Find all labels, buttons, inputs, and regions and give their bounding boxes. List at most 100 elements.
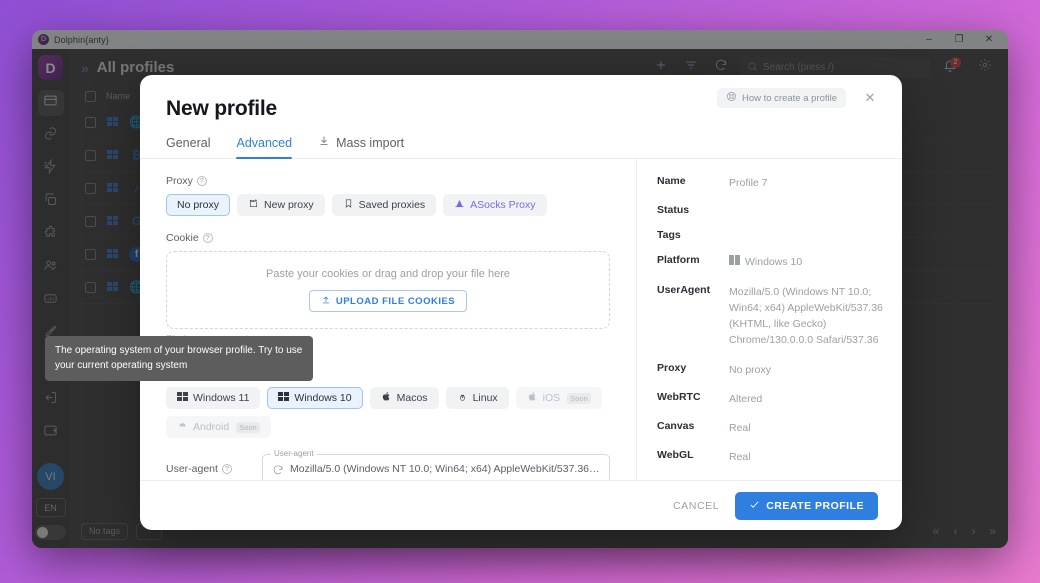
- asocks-icon: [454, 198, 465, 212]
- summary-key: Name: [657, 175, 729, 187]
- cookie-field-label: Cookie ?: [166, 232, 610, 244]
- cookie-label-text: Cookie: [166, 232, 199, 244]
- os-option-ios[interactable]: iOS Soon: [516, 387, 602, 409]
- refresh-icon[interactable]: [272, 463, 284, 475]
- summary-row-tags: Tags: [657, 229, 884, 241]
- os-option-android[interactable]: Android Soon: [166, 416, 271, 438]
- dialog-header: New profile How to create a profile ✕ Ge…: [140, 75, 902, 159]
- upload-file-cookies-button[interactable]: UPLOAD FILE COOKIES: [309, 290, 467, 312]
- summary-key: WebGL: [657, 449, 729, 461]
- summary-key: WebRTC: [657, 391, 729, 403]
- android-icon: [177, 420, 188, 434]
- os-tooltip: The operating system of your browser pro…: [45, 336, 313, 381]
- os-linux-label: Linux: [473, 392, 498, 404]
- summary-value: Real: [729, 449, 884, 465]
- summary-row-canvas: Canvas Real: [657, 420, 884, 436]
- cookie-dropzone[interactable]: Paste your cookies or drag and drop your…: [166, 251, 610, 329]
- user-agent-float-label: User-agent: [271, 449, 317, 458]
- help-icon[interactable]: ?: [203, 233, 213, 243]
- user-agent-label: User-agent ?: [166, 463, 252, 475]
- summary-key: UserAgent: [657, 284, 729, 296]
- proxy-options: No proxy New proxy Saved proxies: [166, 194, 610, 216]
- os-ios-label: iOS: [543, 392, 561, 404]
- os-android-soon-badge: Soon: [236, 422, 260, 433]
- proxy-field-label: Proxy ?: [166, 175, 610, 187]
- os-windows-10-label: Windows 10: [294, 392, 351, 404]
- tab-advanced-label: Advanced: [236, 136, 292, 150]
- summary-key: Platform: [657, 254, 729, 266]
- cancel-button[interactable]: CANCEL: [673, 500, 719, 512]
- dialog-footer: CANCEL CREATE PROFILE: [140, 480, 902, 530]
- summary-key: Canvas: [657, 420, 729, 432]
- tab-general-label: General: [166, 136, 210, 150]
- create-profile-button[interactable]: CREATE PROFILE: [735, 492, 878, 520]
- dropzone-hint: Paste your cookies or drag and drop your…: [266, 268, 510, 280]
- dialog-body: Proxy ? No proxy New proxy Saved: [140, 159, 902, 480]
- summary-key: Tags: [657, 229, 729, 241]
- summary-value: Profile 7: [729, 175, 884, 191]
- check-icon: [749, 499, 760, 513]
- proxy-new-proxy-label: New proxy: [264, 199, 314, 211]
- summary-key: Proxy: [657, 362, 729, 374]
- create-button-label: CREATE PROFILE: [766, 500, 864, 512]
- os-options: Windows 11 Windows 10 Macos Linux: [166, 387, 610, 438]
- dialog-tabs: General Advanced Mass import: [166, 135, 876, 159]
- os-option-windows-10[interactable]: Windows 10: [267, 387, 362, 409]
- os-option-windows-11[interactable]: Windows 11: [166, 387, 260, 409]
- summary-row-status: Status: [657, 204, 884, 216]
- upload-icon: [321, 295, 331, 308]
- proxy-option-saved-proxies[interactable]: Saved proxies: [332, 194, 437, 216]
- help-icon[interactable]: ?: [197, 176, 207, 186]
- linux-icon: [457, 391, 468, 405]
- summary-row-webgl: WebGL Real: [657, 449, 884, 465]
- os-android-label: Android: [193, 421, 229, 433]
- new-proxy-icon: [248, 198, 259, 212]
- summary-row-webrtc: WebRTC Altered: [657, 391, 884, 407]
- summary-value: Mozilla/5.0 (Windows NT 10.0; Win64; x64…: [729, 284, 884, 349]
- proxy-option-asocks[interactable]: ASocks Proxy: [443, 194, 546, 216]
- user-agent-value: Mozilla/5.0 (Windows NT 10.0; Win64; x64…: [290, 463, 600, 475]
- help-button-label: How to create a profile: [742, 93, 837, 104]
- help-icon[interactable]: ?: [222, 464, 232, 474]
- tab-general[interactable]: General: [166, 136, 210, 159]
- os-option-linux[interactable]: Linux: [446, 387, 509, 409]
- summary-key: Status: [657, 204, 729, 216]
- user-agent-input[interactable]: User-agent Mozilla/5.0 (Windows NT 10.0;…: [262, 454, 610, 480]
- summary-value: Real: [729, 420, 884, 436]
- proxy-option-no-proxy[interactable]: No proxy: [166, 194, 230, 216]
- form-pane: Proxy ? No proxy New proxy Saved: [140, 159, 636, 480]
- os-ios-soon-badge: Soon: [567, 393, 591, 404]
- os-windows-11-label: Windows 11: [193, 392, 249, 404]
- summary-value: Windows 10: [745, 254, 802, 270]
- summary-value: Altered: [729, 391, 884, 407]
- tab-advanced[interactable]: Advanced: [236, 136, 292, 159]
- profile-summary-pane: Name Profile 7 Status Tags Platform Wind…: [636, 159, 902, 480]
- summary-row-name: Name Profile 7: [657, 175, 884, 191]
- user-agent-row: User-agent ? User-agent Mozilla/5.0 (Win…: [166, 454, 610, 480]
- apple-icon: [381, 391, 392, 405]
- download-icon: [318, 135, 330, 150]
- windows-icon: [278, 392, 289, 405]
- user-agent-label-text: User-agent: [166, 463, 218, 475]
- proxy-label-text: Proxy: [166, 175, 193, 187]
- summary-value-container: Windows 10: [729, 254, 884, 270]
- summary-row-platform: Platform Windows 10: [657, 254, 884, 270]
- summary-row-proxy: Proxy No proxy: [657, 362, 884, 378]
- os-macos-label: Macos: [397, 392, 428, 404]
- tab-mass-import-label: Mass import: [336, 136, 404, 150]
- os-option-macos[interactable]: Macos: [370, 387, 439, 409]
- how-to-create-profile-button[interactable]: How to create a profile: [717, 88, 846, 108]
- proxy-saved-proxies-label: Saved proxies: [359, 199, 426, 211]
- close-dialog-icon[interactable]: ✕: [860, 88, 880, 108]
- new-profile-dialog: New profile How to create a profile ✕ Ge…: [140, 75, 902, 530]
- apple-icon: [527, 391, 538, 405]
- tab-mass-import[interactable]: Mass import: [318, 135, 404, 159]
- proxy-asocks-label: ASocks Proxy: [470, 199, 535, 211]
- proxy-option-new-proxy[interactable]: New proxy: [237, 194, 325, 216]
- proxy-no-proxy-label: No proxy: [177, 199, 219, 211]
- windows-icon: [729, 254, 740, 270]
- bookmark-icon: [343, 198, 354, 212]
- windows-icon: [177, 392, 188, 405]
- summary-value: No proxy: [729, 362, 884, 378]
- upload-button-label: UPLOAD FILE COOKIES: [336, 296, 455, 307]
